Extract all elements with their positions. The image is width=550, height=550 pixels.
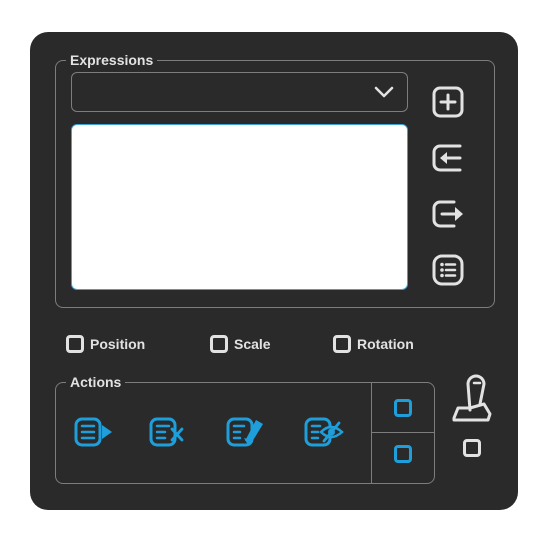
import-expression-button[interactable] [430,140,466,176]
list-box-icon [432,254,464,286]
edit-expression-button[interactable] [226,414,266,450]
joystick-icon [452,374,492,422]
edit-list-icon [226,417,263,447]
rotation-checkbox[interactable]: Rotation [333,333,414,355]
chevron-down-icon [374,86,394,98]
hide-list-icon [304,417,344,447]
clear-expression-button[interactable] [149,414,189,450]
rotation-checkbox-box[interactable] [333,335,351,353]
joystick-checkbox[interactable] [463,439,481,457]
plus-box-icon [432,86,464,118]
add-expression-button[interactable] [430,84,466,120]
position-checkbox-box[interactable] [66,335,84,353]
actions-option-bottom-checkbox[interactable] [394,445,412,463]
position-checkbox-label: Position [90,336,146,352]
clear-list-icon [149,417,184,447]
actions-divider-horizontal [371,432,435,433]
expression-textarea[interactable] [71,124,408,290]
apply-expression-button[interactable] [74,414,114,450]
scale-checkbox-label: Scale [234,336,271,352]
rotation-checkbox-label: Rotation [357,336,414,352]
apply-list-icon [74,417,112,447]
expression-controller-panel: Expressions Position Scale Rotation Acti… [30,32,518,510]
scale-checkbox[interactable]: Scale [210,333,271,355]
actions-option-top-checkbox[interactable] [394,399,412,417]
position-checkbox[interactable]: Position [66,333,145,355]
actions-divider-vertical [371,382,372,484]
hide-expression-button[interactable] [304,414,344,450]
scale-checkbox-box[interactable] [210,335,228,353]
expression-dropdown[interactable] [71,72,408,112]
expressions-group-title: Expressions [66,51,158,69]
actions-group-title: Actions [66,373,126,391]
export-icon [432,200,463,228]
export-expression-button[interactable] [430,196,466,232]
list-expressions-button[interactable] [430,252,466,288]
import-icon [432,144,462,172]
